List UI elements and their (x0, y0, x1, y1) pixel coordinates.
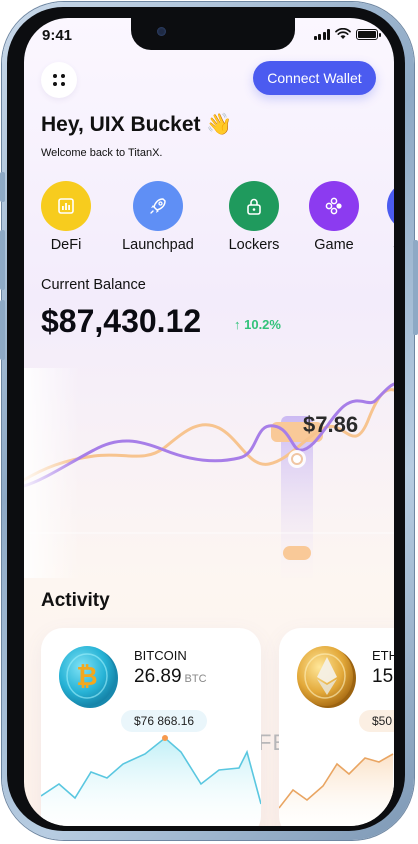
phone-device: 9:41 Connect Wallet Hey, UIX Bucket 👋 We… (0, 0, 418, 844)
launchpad-circle (133, 181, 183, 231)
eth-sparkline (279, 753, 394, 826)
chart-marker-value: $7.86 (303, 412, 359, 437)
balance-value: $87,430.12 (41, 303, 202, 339)
eth-coin-icon (297, 646, 356, 708)
category-lockers[interactable]: Lockers (211, 181, 297, 253)
greeting-title: Hey, UIX Bucket 👋 (41, 113, 233, 136)
category-defi[interactable]: DeFi (24, 181, 109, 253)
coin-name: ETH (372, 648, 394, 663)
lock-icon (247, 198, 261, 215)
bitcoin-sparkline (41, 735, 261, 826)
rocket-icon (150, 198, 166, 214)
coin-price: $50 (359, 710, 394, 732)
game-circle (309, 181, 359, 231)
activity-card-bitcoin[interactable]: ₿ BITCOIN 26.89 BTC $76 868.16 (41, 628, 261, 826)
chart-marker[interactable] (291, 453, 303, 465)
app-screen: 9:41 Connect Wallet Hey, UIX Bucket 👋 We… (24, 18, 394, 826)
coin-name: BITCOIN (134, 648, 187, 663)
category-game[interactable]: Game (291, 181, 377, 253)
mute-switch (0, 172, 5, 202)
notch (131, 18, 295, 50)
battery-icon (356, 28, 381, 40)
bitcoin-coin-icon: ₿ (59, 646, 118, 708)
connect-wallet-button[interactable]: Connect Wallet (253, 61, 376, 95)
balance-label: Current Balance (41, 277, 146, 293)
category-partial[interactable]: S (367, 181, 394, 253)
defi-circle (41, 181, 91, 231)
category-label: Lockers (228, 237, 280, 253)
camera-icon (157, 27, 166, 36)
category-label: Launchpad (122, 237, 194, 253)
grid-menu-icon (53, 74, 65, 86)
coin-amount-value: 15.8 (372, 666, 394, 687)
activity-card-eth[interactable]: ETH 15.8 $50 (279, 628, 394, 826)
volume-up-button (0, 230, 5, 290)
volume-down-button (0, 300, 5, 360)
welcome-subtitle: Welcome back to TitanX. (41, 147, 163, 159)
coin-amount: 26.89 BTC (134, 666, 207, 688)
category-label: DeFi (50, 237, 82, 253)
chart-fade (24, 368, 394, 578)
lockers-circle (229, 181, 279, 231)
partial-circle (387, 181, 394, 231)
power-button (413, 240, 418, 335)
wifi-icon (335, 28, 351, 39)
coin-unit: BTC (184, 673, 207, 685)
status-icons (313, 28, 381, 40)
balance-change: ↑ 10.2% (234, 317, 281, 332)
category-launchpad[interactable]: Launchpad (115, 181, 201, 253)
category-label: Game (314, 237, 354, 253)
coin-amount: 15.8 (372, 666, 394, 688)
signal-icon (313, 28, 330, 40)
coin-amount-value: 26.89 (134, 666, 182, 687)
status-time: 9:41 (42, 27, 73, 44)
category-list: DeFi Launchpad Lockers Game (24, 181, 394, 261)
activity-title: Activity (41, 590, 110, 611)
svg-text:₿: ₿ (76, 661, 97, 691)
game-icon (325, 197, 342, 215)
menu-button[interactable] (41, 62, 77, 98)
chart-icon (58, 198, 74, 214)
coin-price: $76 868.16 (121, 710, 208, 732)
category-label: S (367, 237, 394, 253)
balance-chart (24, 368, 394, 578)
